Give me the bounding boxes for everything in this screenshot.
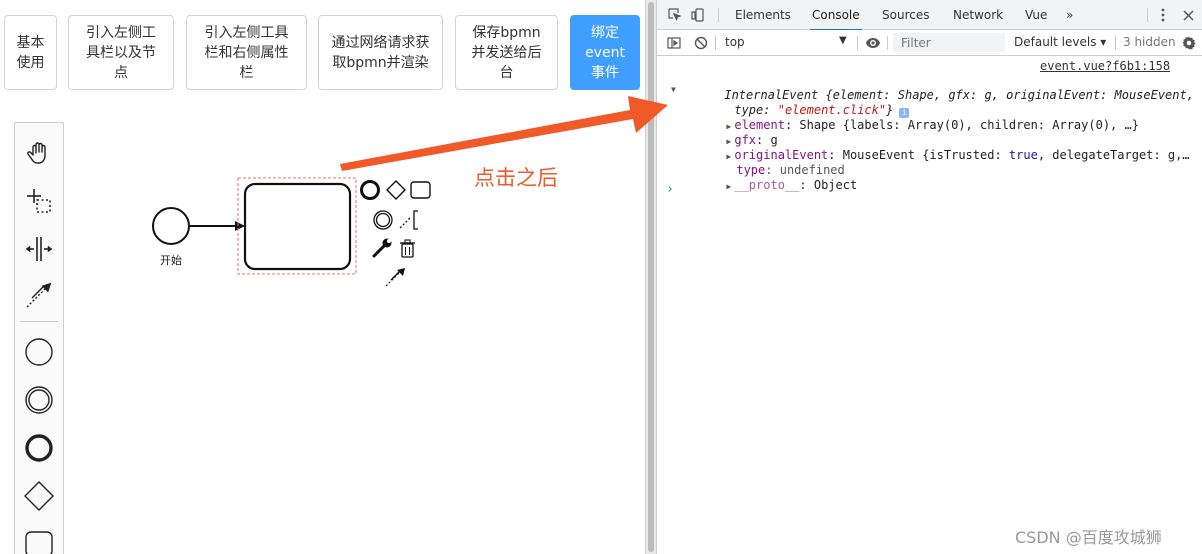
watermark: CSDN @百度攻城狮 xyxy=(1015,528,1162,547)
filter-input[interactable] xyxy=(893,33,1005,52)
page-scrollbar[interactable] xyxy=(645,0,656,554)
close-icon[interactable] xyxy=(1180,7,1196,23)
hidden-count: 3 hidden xyxy=(1123,35,1176,49)
text-annotation-icon[interactable] xyxy=(399,210,418,230)
prop-bool: true xyxy=(1008,148,1038,162)
devtools-panel: Elements Console Sources Network Vue » t… xyxy=(656,0,1202,554)
prop-value: : Shape {labels: Array(0), children: Arr… xyxy=(784,118,1139,132)
scrollbar-thumb[interactable] xyxy=(648,2,654,552)
append-end-event-icon[interactable] xyxy=(360,180,380,200)
annotation-text: 点击之后 xyxy=(474,166,558,190)
divider xyxy=(857,36,858,50)
console-settings-gear-icon[interactable] xyxy=(1181,35,1197,51)
divider xyxy=(718,8,719,22)
context-selector[interactable]: top xyxy=(725,35,745,49)
context-caret-icon[interactable]: ▼ xyxy=(839,35,847,46)
append-gateway-icon[interactable] xyxy=(386,180,406,200)
eye-icon[interactable] xyxy=(865,35,881,51)
tab-elements[interactable]: Elements xyxy=(735,0,791,30)
console-output: event.vue?f6b1:158 ▼ InternalEvent {eleme… xyxy=(657,56,1202,554)
divider xyxy=(1115,36,1116,50)
sidebar-toggle-icon[interactable] xyxy=(666,35,682,51)
tab-vue[interactable]: Vue xyxy=(1025,0,1047,30)
more-tabs-button[interactable]: » xyxy=(1066,0,1073,30)
clear-console-icon[interactable] xyxy=(693,35,709,51)
prop-value: : MouseEvent {isTrusted: xyxy=(828,148,1009,162)
task-shape[interactable] xyxy=(243,182,352,271)
inspect-element-icon[interactable] xyxy=(667,7,683,23)
devtools-tabbar: Elements Console Sources Network Vue » xyxy=(657,0,1202,31)
console-prompt[interactable]: › xyxy=(666,182,674,197)
connect-icon[interactable] xyxy=(385,268,405,287)
sequence-flow-arrowhead xyxy=(235,221,245,231)
tab-network[interactable]: Network xyxy=(953,0,1003,30)
prop-proto[interactable]: ▶ __proto__: Object xyxy=(693,163,857,209)
divider xyxy=(715,36,716,50)
prop-value: : Object xyxy=(799,178,858,192)
kebab-menu-icon[interactable] xyxy=(1155,7,1171,23)
tab-console[interactable]: Console xyxy=(810,0,862,31)
start-event-label: 开始 xyxy=(160,255,182,267)
source-link[interactable]: event.vue?f6b1:158 xyxy=(1040,59,1170,73)
console-toolbar: top ▼ Default levels ▾ 3 hidden xyxy=(657,30,1202,56)
context-pad xyxy=(360,180,431,287)
prop-key: __proto__ xyxy=(734,178,800,192)
divider xyxy=(887,36,888,50)
divider xyxy=(1147,8,1148,22)
bpmn-app: 基本 使用 引入左侧工 具栏以及节点 引入左侧工具 栏和右侧属性栏 通过网络请求获 取b… xyxy=(0,0,645,554)
start-event[interactable] xyxy=(152,207,190,245)
device-toolbar-icon[interactable] xyxy=(690,7,706,23)
prop-value: , delegateTarget: g,… xyxy=(1037,148,1190,162)
trash-icon[interactable] xyxy=(400,239,415,258)
wrench-icon[interactable] xyxy=(372,238,392,258)
log-levels-dropdown[interactable]: Default levels ▾ xyxy=(1014,35,1106,49)
append-intermediate-event-icon[interactable] xyxy=(373,210,393,230)
tab-sources[interactable]: Sources xyxy=(882,0,929,30)
bpmn-canvas[interactable] xyxy=(0,0,645,554)
append-task-icon[interactable] xyxy=(410,181,431,199)
